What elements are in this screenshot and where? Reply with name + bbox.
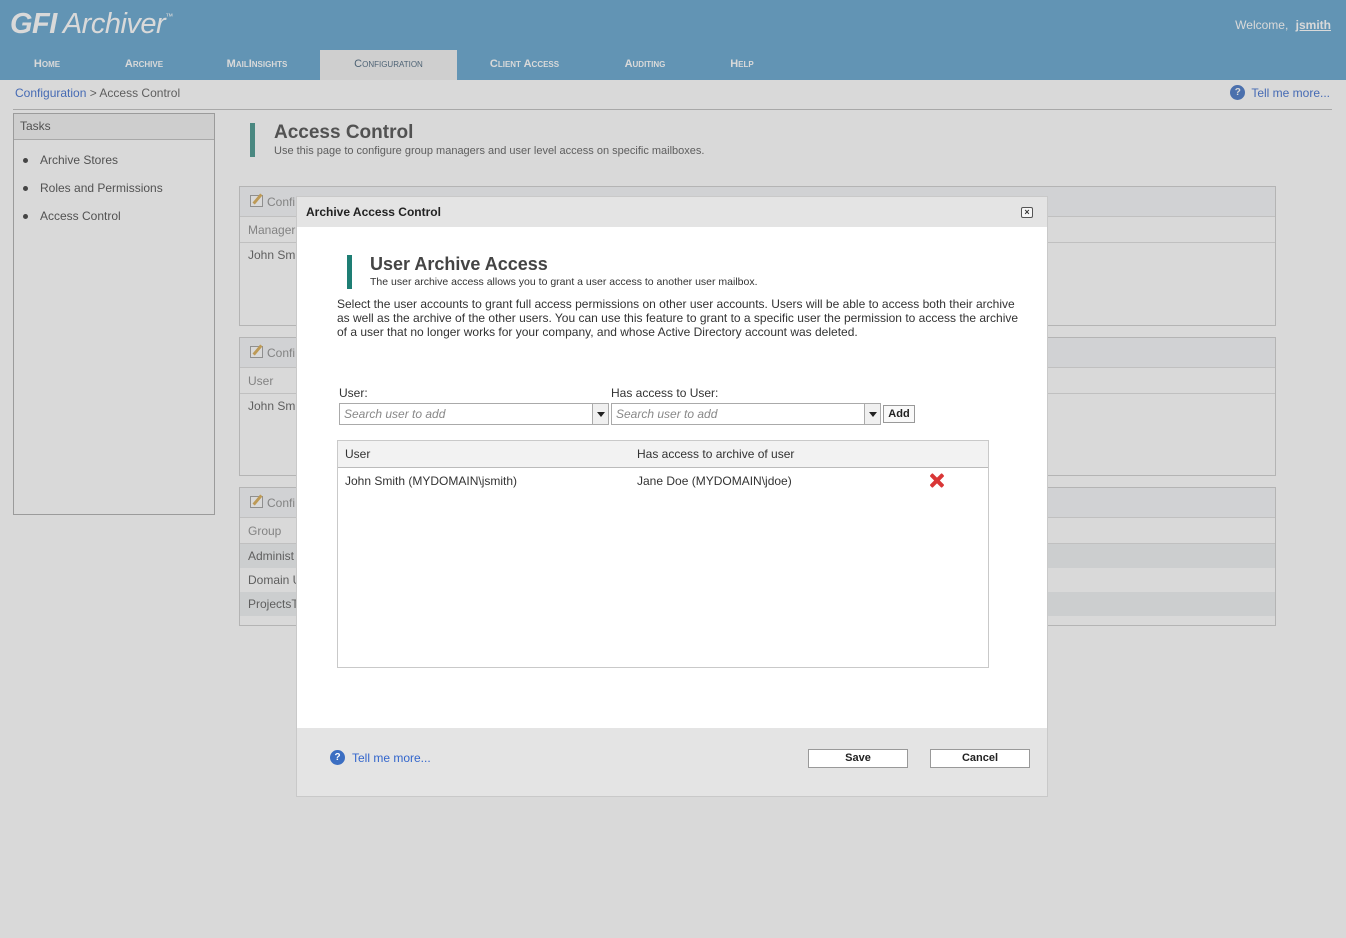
section-accent-bar [347,255,352,289]
row-has-access: Jane Doe (MYDOMAIN\jdoe) [637,474,792,488]
has-access-search-combo[interactable]: Search user to add [611,403,881,425]
user-search-combo[interactable]: Search user to add [339,403,609,425]
grid-header: User Has access to archive of user [338,441,988,468]
table-row[interactable]: John Smith (MYDOMAIN\jsmith) Jane Doe (M… [338,468,988,494]
delete-icon[interactable] [928,472,945,489]
dialog-body: User Archive Access The user archive acc… [297,227,1047,728]
user-search-input[interactable]: Search user to add [340,404,608,424]
dialog-footer: ? Tell me more... Save Cancel [297,728,1047,796]
description-text: Select the user accounts to grant full a… [337,297,1019,339]
chevron-down-icon[interactable] [592,404,608,424]
dialog-titlebar: Archive Access Control × [297,197,1047,227]
cancel-button[interactable]: Cancel [930,749,1030,768]
chevron-down-icon[interactable] [864,404,880,424]
has-access-search-input[interactable]: Search user to add [612,404,880,424]
access-grid: User Has access to archive of user John … [337,440,989,668]
archive-access-dialog: Archive Access Control × User Archive Ac… [297,197,1047,796]
row-user: John Smith (MYDOMAIN\jsmith) [345,474,518,488]
tell-me-more-label: Tell me more... [352,750,431,765]
dialog-title: Archive Access Control [306,205,441,219]
close-icon[interactable]: × [1021,207,1033,218]
help-icon: ? [330,750,345,765]
column-has-access[interactable]: Has access to archive of user [637,441,794,468]
section-title: User Archive Access [370,254,548,274]
add-button[interactable]: Add [883,405,915,423]
save-button[interactable]: Save [808,749,908,768]
has-access-label: Has access to User: [611,386,719,400]
tell-me-more-footer[interactable]: ? Tell me more... [330,750,431,765]
user-label: User: [339,386,368,400]
column-user[interactable]: User [345,441,370,468]
section-subtitle: The user archive access allows you to gr… [370,276,758,288]
